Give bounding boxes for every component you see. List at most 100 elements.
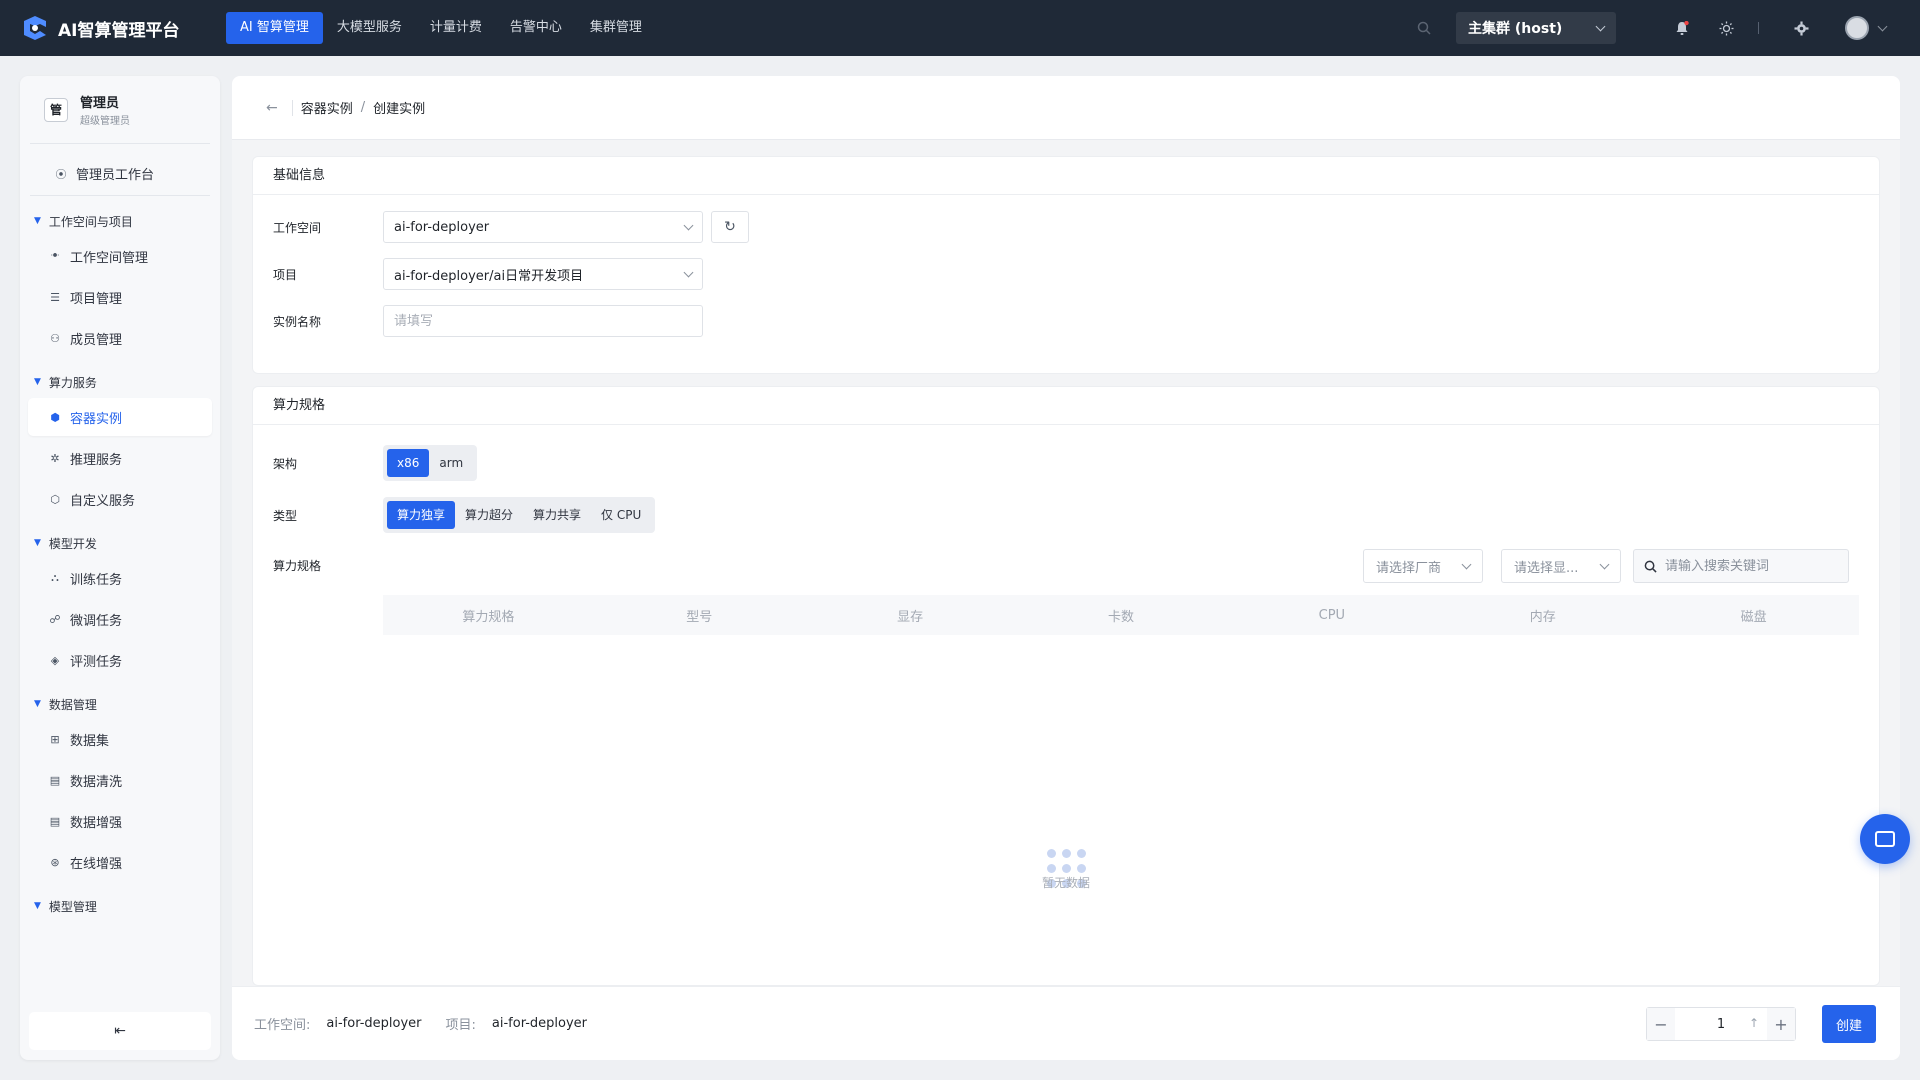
column-header[interactable]: CPU	[1226, 608, 1437, 623]
chevron-down-icon: ▼	[34, 538, 41, 548]
workspace-select-value: ai-for-deployer	[394, 219, 490, 235]
sidebar-collapse-button[interactable]: ⇤	[29, 1012, 211, 1050]
sidebar-group-model-dev[interactable]: ▼ 模型开发	[20, 530, 220, 556]
chevron-down-icon: ▼	[34, 216, 41, 226]
decrement-button[interactable]: −	[1647, 1008, 1675, 1040]
column-header[interactable]: 算力规格	[383, 606, 594, 625]
sidebar-group-data[interactable]: ▼ 数据管理	[20, 691, 220, 717]
nav-alerts[interactable]: 告警中心	[496, 12, 576, 44]
column-header[interactable]: 显存	[805, 606, 1016, 625]
project-select-value: ai-for-deployer/ai日常开发项目	[394, 268, 584, 284]
nav-billing[interactable]: 计量计费	[416, 12, 496, 44]
sidebar-item-evaluation[interactable]: ◈ 评测任务	[28, 641, 212, 679]
column-header[interactable]: 磁盘	[1648, 606, 1859, 625]
spec-search-input[interactable]	[1665, 558, 1835, 574]
users-icon: ꔹ	[50, 249, 60, 262]
chevron-down-icon: ▼	[34, 901, 41, 911]
gear-hex-icon: ✲	[50, 451, 60, 465]
sidebar-group-label: 数据管理	[48, 697, 97, 712]
sidebar-item-inference[interactable]: ✲ 推理服务	[28, 439, 212, 477]
page-header: ← 容器实例 / 创建实例	[232, 76, 1900, 140]
sidebar-item-label: 管理员工作台	[76, 168, 155, 183]
sidebar-item-data-augment[interactable]: ▤ 数据增强	[28, 802, 212, 840]
sidebar-item-training[interactable]: ⛬ 训练任务	[28, 559, 212, 597]
refresh-button[interactable]: ↻	[711, 211, 749, 243]
sun-icon[interactable]	[1716, 18, 1736, 38]
gear-icon[interactable]	[1791, 18, 1811, 38]
column-header[interactable]: 卡数	[1016, 606, 1227, 625]
arch-option-x86[interactable]: x86	[387, 449, 430, 477]
app-logo[interactable]: AI智算管理平台	[20, 15, 206, 41]
project-select[interactable]: ai-for-deployer/ai日常开发项目	[383, 258, 703, 290]
nav-llm-service[interactable]: 大模型服务	[323, 12, 416, 44]
column-header[interactable]: 内存	[1437, 606, 1648, 625]
sidebar-item-online-augment[interactable]: ⊛ 在线增强	[28, 843, 212, 881]
sidebar-item-project-mgmt[interactable]: ☰ 项目管理	[28, 278, 212, 316]
breadcrumb-parent[interactable]: 容器实例	[301, 98, 353, 117]
sidebar-item-label: 训练任务	[70, 572, 123, 588]
quantity-value[interactable]: 1 ↑	[1675, 1016, 1767, 1032]
user-name: 管理员	[80, 96, 120, 111]
page-content: 基础信息 工作空间 ai-for-deployer ↻ 项目 ai-for-de…	[232, 140, 1900, 1060]
instance-name-input[interactable]	[383, 305, 703, 337]
cube-icon: ⬢	[50, 410, 60, 424]
gpu-memory-select[interactable]: 请选择显...	[1501, 549, 1621, 583]
vendor-select[interactable]: 请选择厂商	[1363, 549, 1483, 583]
sidebar-item-label: 微调任务	[70, 613, 123, 629]
bell-icon[interactable]	[1672, 18, 1692, 38]
table-icon: ▤	[49, 814, 61, 828]
quantity-stepper: − 1 ↑ +	[1646, 1007, 1796, 1041]
instance-name-label: 实例名称	[273, 314, 322, 329]
back-arrow-icon[interactable]: ←	[266, 100, 278, 116]
sidebar-item-container-instance[interactable]: ⬢ 容器实例	[28, 398, 212, 436]
sidebar-group-compute[interactable]: ▼ 算力服务	[20, 369, 220, 395]
list-icon: ☰	[50, 290, 60, 304]
spec-search[interactable]	[1633, 549, 1849, 583]
user-menu[interactable]	[1845, 16, 1888, 40]
nav-ai-compute[interactable]: AI 智算管理	[226, 12, 323, 44]
arch-option-arm[interactable]: arm	[429, 449, 473, 477]
sidebar-item-finetune[interactable]: ☍ 微调任务	[28, 600, 212, 638]
search-icon[interactable]	[1414, 18, 1434, 38]
sidebar-item-member-mgmt[interactable]: ⚇ 成员管理	[28, 319, 212, 357]
sidebar-group-label: 算力服务	[48, 375, 97, 390]
project-row: 项目 ai-for-deployer/ai日常开发项目	[253, 258, 1879, 290]
sidebar-group-workspace[interactable]: ▼ 工作空间与项目	[20, 208, 220, 234]
type-label: 类型	[273, 508, 298, 523]
type-option-exclusive[interactable]: 算力独享	[387, 501, 456, 529]
hierarchy-icon: ⛬	[51, 571, 59, 584]
hexagon-icon: ⬡	[50, 492, 60, 506]
footer-project-value: ai-for-deployer	[491, 1016, 587, 1031]
type-option-shared[interactable]: 算力共享	[523, 501, 591, 529]
sidebar-item-data-cleaning[interactable]: ▤ 数据清洗	[28, 761, 212, 799]
globe-icon: ⊛	[50, 855, 60, 869]
spec-table-header: 算力规格 型号 显存 卡数 CPU 内存 磁盘	[383, 595, 1859, 635]
chevron-down-icon	[683, 267, 694, 277]
create-button[interactable]: 创建	[1822, 1005, 1876, 1043]
workspace-select[interactable]: ai-for-deployer	[383, 211, 703, 243]
sidebar-item-custom-service[interactable]: ⬡ 自定义服务	[28, 480, 212, 518]
sidebar-item-datasets[interactable]: ⊞ 数据集	[28, 720, 212, 758]
section-title: 算力规格	[253, 387, 1879, 425]
cluster-select[interactable]: 主集群 (host)	[1456, 12, 1616, 44]
type-option-cpu-only[interactable]: 仅 CPU	[591, 501, 651, 529]
chevron-down-icon	[1595, 21, 1606, 31]
divider	[291, 99, 293, 116]
sidebar-item-label: 在线增强	[70, 856, 123, 872]
sidebar-item-admin-workbench[interactable]: ⦿ 管理员工作台	[30, 152, 210, 196]
refresh-icon: ↻	[724, 219, 736, 235]
nav-cluster[interactable]: 集群管理	[576, 12, 656, 44]
sidebar-item-label: 数据清洗	[70, 774, 123, 790]
sidebar-group-model-mgmt[interactable]: ▼ 模型管理	[20, 893, 220, 919]
user-avatar-badge: 管	[44, 97, 68, 122]
sidebar-group-label: 模型管理	[48, 899, 97, 914]
type-option-oversell[interactable]: 算力超分	[455, 501, 523, 529]
cluster-select-value: 主集群 (host)	[1468, 21, 1563, 37]
sidebar-item-label: 评测任务	[70, 654, 123, 670]
sidebar-item-workspace-mgmt[interactable]: ꔹ 工作空间管理	[28, 237, 212, 275]
collapse-icon: ⇤	[114, 1023, 126, 1039]
column-header[interactable]: 型号	[594, 606, 805, 625]
chat-button[interactable]	[1860, 814, 1910, 864]
chevron-down-icon: ▼	[34, 699, 41, 709]
increment-button[interactable]: +	[1767, 1008, 1795, 1040]
